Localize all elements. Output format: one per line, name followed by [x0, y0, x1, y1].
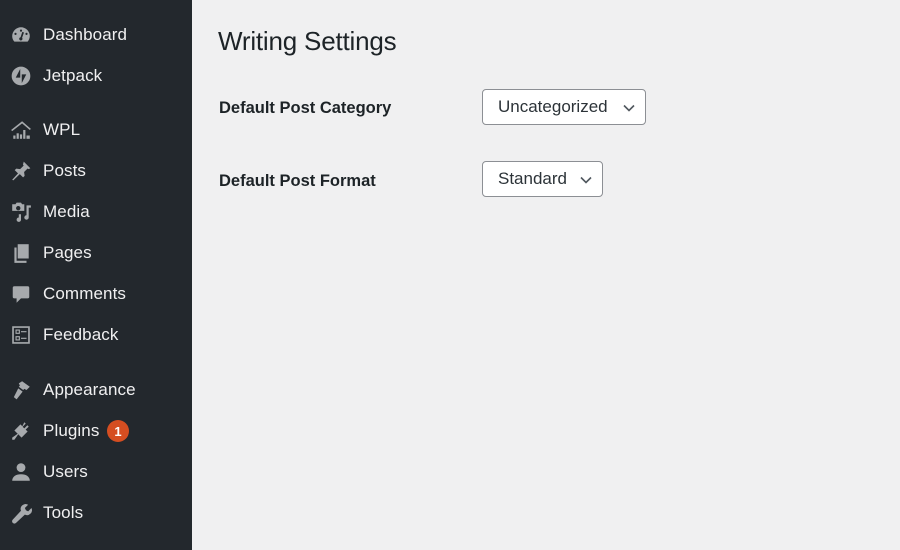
sidebar-item-label: Dashboard — [43, 25, 128, 44]
dashboard-icon — [10, 24, 32, 46]
sidebar-item-label: Jetpack — [43, 66, 103, 85]
sidebar-item-jetpack[interactable]: Jetpack — [0, 58, 192, 94]
sidebar-item-pages[interactable]: Pages — [0, 235, 192, 271]
main-content: Writing Settings Default Post Category U… — [192, 0, 900, 550]
default-post-format-select[interactable]: Standard — [482, 161, 603, 197]
sidebar-item-media[interactable]: Media — [0, 194, 192, 230]
sidebar-item-appearance[interactable]: Appearance — [0, 372, 192, 408]
user-icon — [10, 461, 32, 483]
sidebar-item-label: Tools — [43, 503, 84, 522]
sidebar-item-label: Appearance — [43, 380, 136, 399]
jetpack-icon — [10, 65, 32, 87]
default-post-category-select[interactable]: Uncategorized — [482, 89, 646, 125]
media-icon — [10, 201, 32, 223]
admin-sidebar: Dashboard Jetpack WPL Posts Media Pages — [0, 0, 192, 550]
pushpin-icon — [10, 160, 32, 182]
sidebar-item-label: Plugins — [43, 421, 100, 440]
select-value: Uncategorized — [498, 97, 608, 116]
plug-icon — [10, 420, 32, 442]
comment-icon — [10, 283, 32, 305]
sidebar-item-label: Feedback — [43, 325, 119, 344]
sidebar-item-feedback[interactable]: Feedback — [0, 317, 192, 353]
chevron-down-icon — [622, 101, 636, 113]
wrench-icon — [10, 502, 32, 524]
sidebar-item-label: Comments — [43, 284, 126, 303]
sidebar-item-label: Pages — [43, 243, 92, 262]
sidebar-item-wpl[interactable]: WPL — [0, 112, 192, 148]
sidebar-item-posts[interactable]: Posts — [0, 153, 192, 189]
page-title: Writing Settings — [218, 26, 397, 56]
sidebar-item-label: Users — [43, 462, 88, 481]
wpl-house-icon — [10, 119, 32, 141]
sidebar-item-label: Media — [43, 202, 90, 221]
sidebar-item-label: WPL — [43, 120, 81, 139]
sidebar-item-tools[interactable]: Tools — [0, 495, 192, 531]
chevron-down-icon — [579, 173, 593, 185]
sidebar-item-label: Posts — [43, 161, 87, 180]
update-count-badge: 1 — [107, 420, 129, 442]
sidebar-item-plugins[interactable]: Plugins 1 — [0, 413, 192, 449]
feedback-form-icon — [10, 324, 32, 346]
default-post-format-label: Default Post Format — [219, 172, 376, 190]
sidebar-item-comments[interactable]: Comments — [0, 276, 192, 312]
sidebar-item-dashboard[interactable]: Dashboard — [0, 17, 192, 53]
select-value: Standard — [498, 169, 567, 188]
default-post-category-label: Default Post Category — [219, 99, 392, 117]
pages-icon — [10, 242, 32, 264]
sidebar-item-users[interactable]: Users — [0, 454, 192, 490]
paintbrush-icon — [10, 379, 32, 401]
